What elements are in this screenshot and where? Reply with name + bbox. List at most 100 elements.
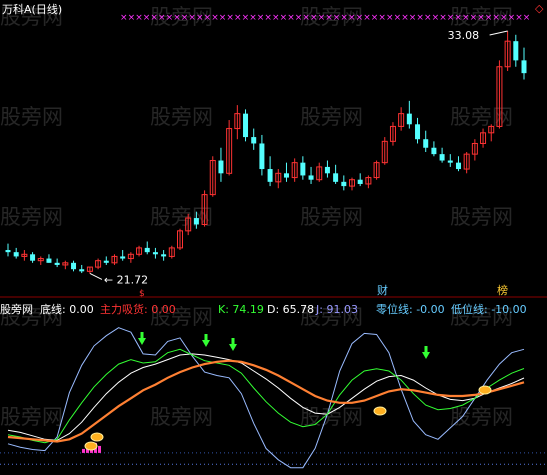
marker-row: × × × × × × × × × × × × × × × × × × × × × × × × × × × × × × × × × × × × × × × ×… — [120, 13, 530, 23]
candle — [209, 156, 216, 197]
candle — [79, 264, 85, 274]
green-arrow-icon — [229, 344, 237, 351]
marker-x: × — [302, 13, 310, 23]
marker-x: × — [348, 13, 356, 23]
green-arrow-stem — [424, 346, 428, 352]
marker-x: × — [394, 13, 402, 23]
event-tag: 榜 — [497, 283, 508, 297]
candle — [168, 245, 175, 259]
candle — [333, 164, 339, 184]
legend-item: J: 91.03 — [315, 303, 358, 316]
watermark-text: 股旁网 — [0, 205, 63, 229]
marker-x: × — [188, 13, 196, 23]
top-right-marker[interactable]: ◇ — [535, 2, 544, 15]
candle-body — [341, 181, 347, 187]
green-arrow-icon — [202, 340, 210, 347]
candle — [488, 124, 495, 142]
candle-body — [243, 113, 249, 138]
marker-x: × — [340, 13, 348, 23]
candle — [103, 256, 109, 265]
watermark-text: 股旁网 — [300, 105, 363, 129]
marker-x: × — [181, 13, 189, 23]
candle — [30, 252, 36, 263]
candle — [324, 160, 330, 178]
candle — [71, 260, 77, 272]
candle — [54, 258, 60, 268]
candle — [300, 156, 306, 180]
green-arrow-stem — [231, 338, 235, 344]
candle-body — [152, 252, 158, 255]
candle-body — [324, 166, 330, 174]
gold-signal-icon — [90, 432, 104, 442]
candle-body — [521, 60, 527, 74]
marker-x: × — [492, 13, 500, 23]
marker-x: × — [462, 13, 470, 23]
marker-x: × — [424, 13, 432, 23]
candle — [144, 241, 150, 255]
candle — [471, 139, 478, 161]
candle — [218, 147, 224, 182]
candle — [234, 105, 241, 140]
candle — [447, 154, 453, 167]
indicator-source: 股旁网 — [0, 302, 33, 316]
green-arrow-icon — [138, 338, 146, 345]
marker-x: × — [257, 13, 265, 23]
candle-body — [218, 160, 224, 174]
marker-x: × — [150, 13, 158, 23]
candle-body — [259, 143, 265, 170]
candle — [521, 47, 527, 80]
legend-item: 底线: 0.00 — [40, 302, 94, 316]
marker-x: × — [287, 13, 295, 23]
candle — [283, 162, 289, 182]
candle — [431, 141, 437, 157]
candle — [463, 152, 470, 174]
price-labels: 33.08 ← 21.72 — [89, 29, 508, 286]
candle-body — [54, 262, 60, 265]
high-label: 33.08 — [448, 29, 480, 42]
candle — [381, 137, 388, 165]
candle-body — [193, 218, 199, 225]
green-arrow-icon — [422, 352, 430, 359]
candle — [161, 250, 167, 261]
candle-body — [447, 160, 453, 163]
candle — [13, 247, 19, 259]
indicator-lines — [0, 327, 547, 469]
candle — [120, 250, 126, 261]
marker-x: × — [310, 13, 318, 23]
candle-body — [144, 247, 150, 253]
marker-x: × — [470, 13, 478, 23]
candle-body — [267, 169, 273, 182]
candle — [389, 122, 396, 146]
marker-x: × — [432, 13, 440, 23]
marker-x: × — [416, 13, 424, 23]
absorb-bar — [98, 445, 101, 453]
marker-x: × — [196, 13, 204, 23]
marker-x: × — [378, 13, 386, 23]
marker-x: × — [356, 13, 364, 23]
marker-x: × — [333, 13, 341, 23]
dollar-tag: $ — [139, 289, 145, 299]
candle-body — [71, 262, 77, 270]
marker-x: × — [363, 13, 371, 23]
candle — [136, 245, 143, 257]
candle — [316, 162, 323, 182]
marker-x: × — [325, 13, 333, 23]
marker-x: × — [173, 13, 181, 23]
candle — [439, 147, 445, 163]
watermark-text: 股旁网 — [0, 405, 63, 429]
candle-body — [455, 162, 461, 170]
event-tag: 财 — [377, 283, 388, 297]
candle — [349, 177, 355, 191]
gold-signal-icon — [84, 441, 98, 451]
candle — [177, 228, 183, 251]
marker-x: × — [166, 13, 174, 23]
marker-x: × — [219, 13, 227, 23]
marker-x: × — [226, 13, 234, 23]
marker-x: × — [454, 13, 462, 23]
candle-body — [406, 113, 412, 125]
marker-x: × — [477, 13, 485, 23]
candle-body — [333, 173, 339, 182]
candle — [243, 109, 249, 142]
marker-x: × — [211, 13, 219, 23]
marker-x: × — [409, 13, 417, 23]
